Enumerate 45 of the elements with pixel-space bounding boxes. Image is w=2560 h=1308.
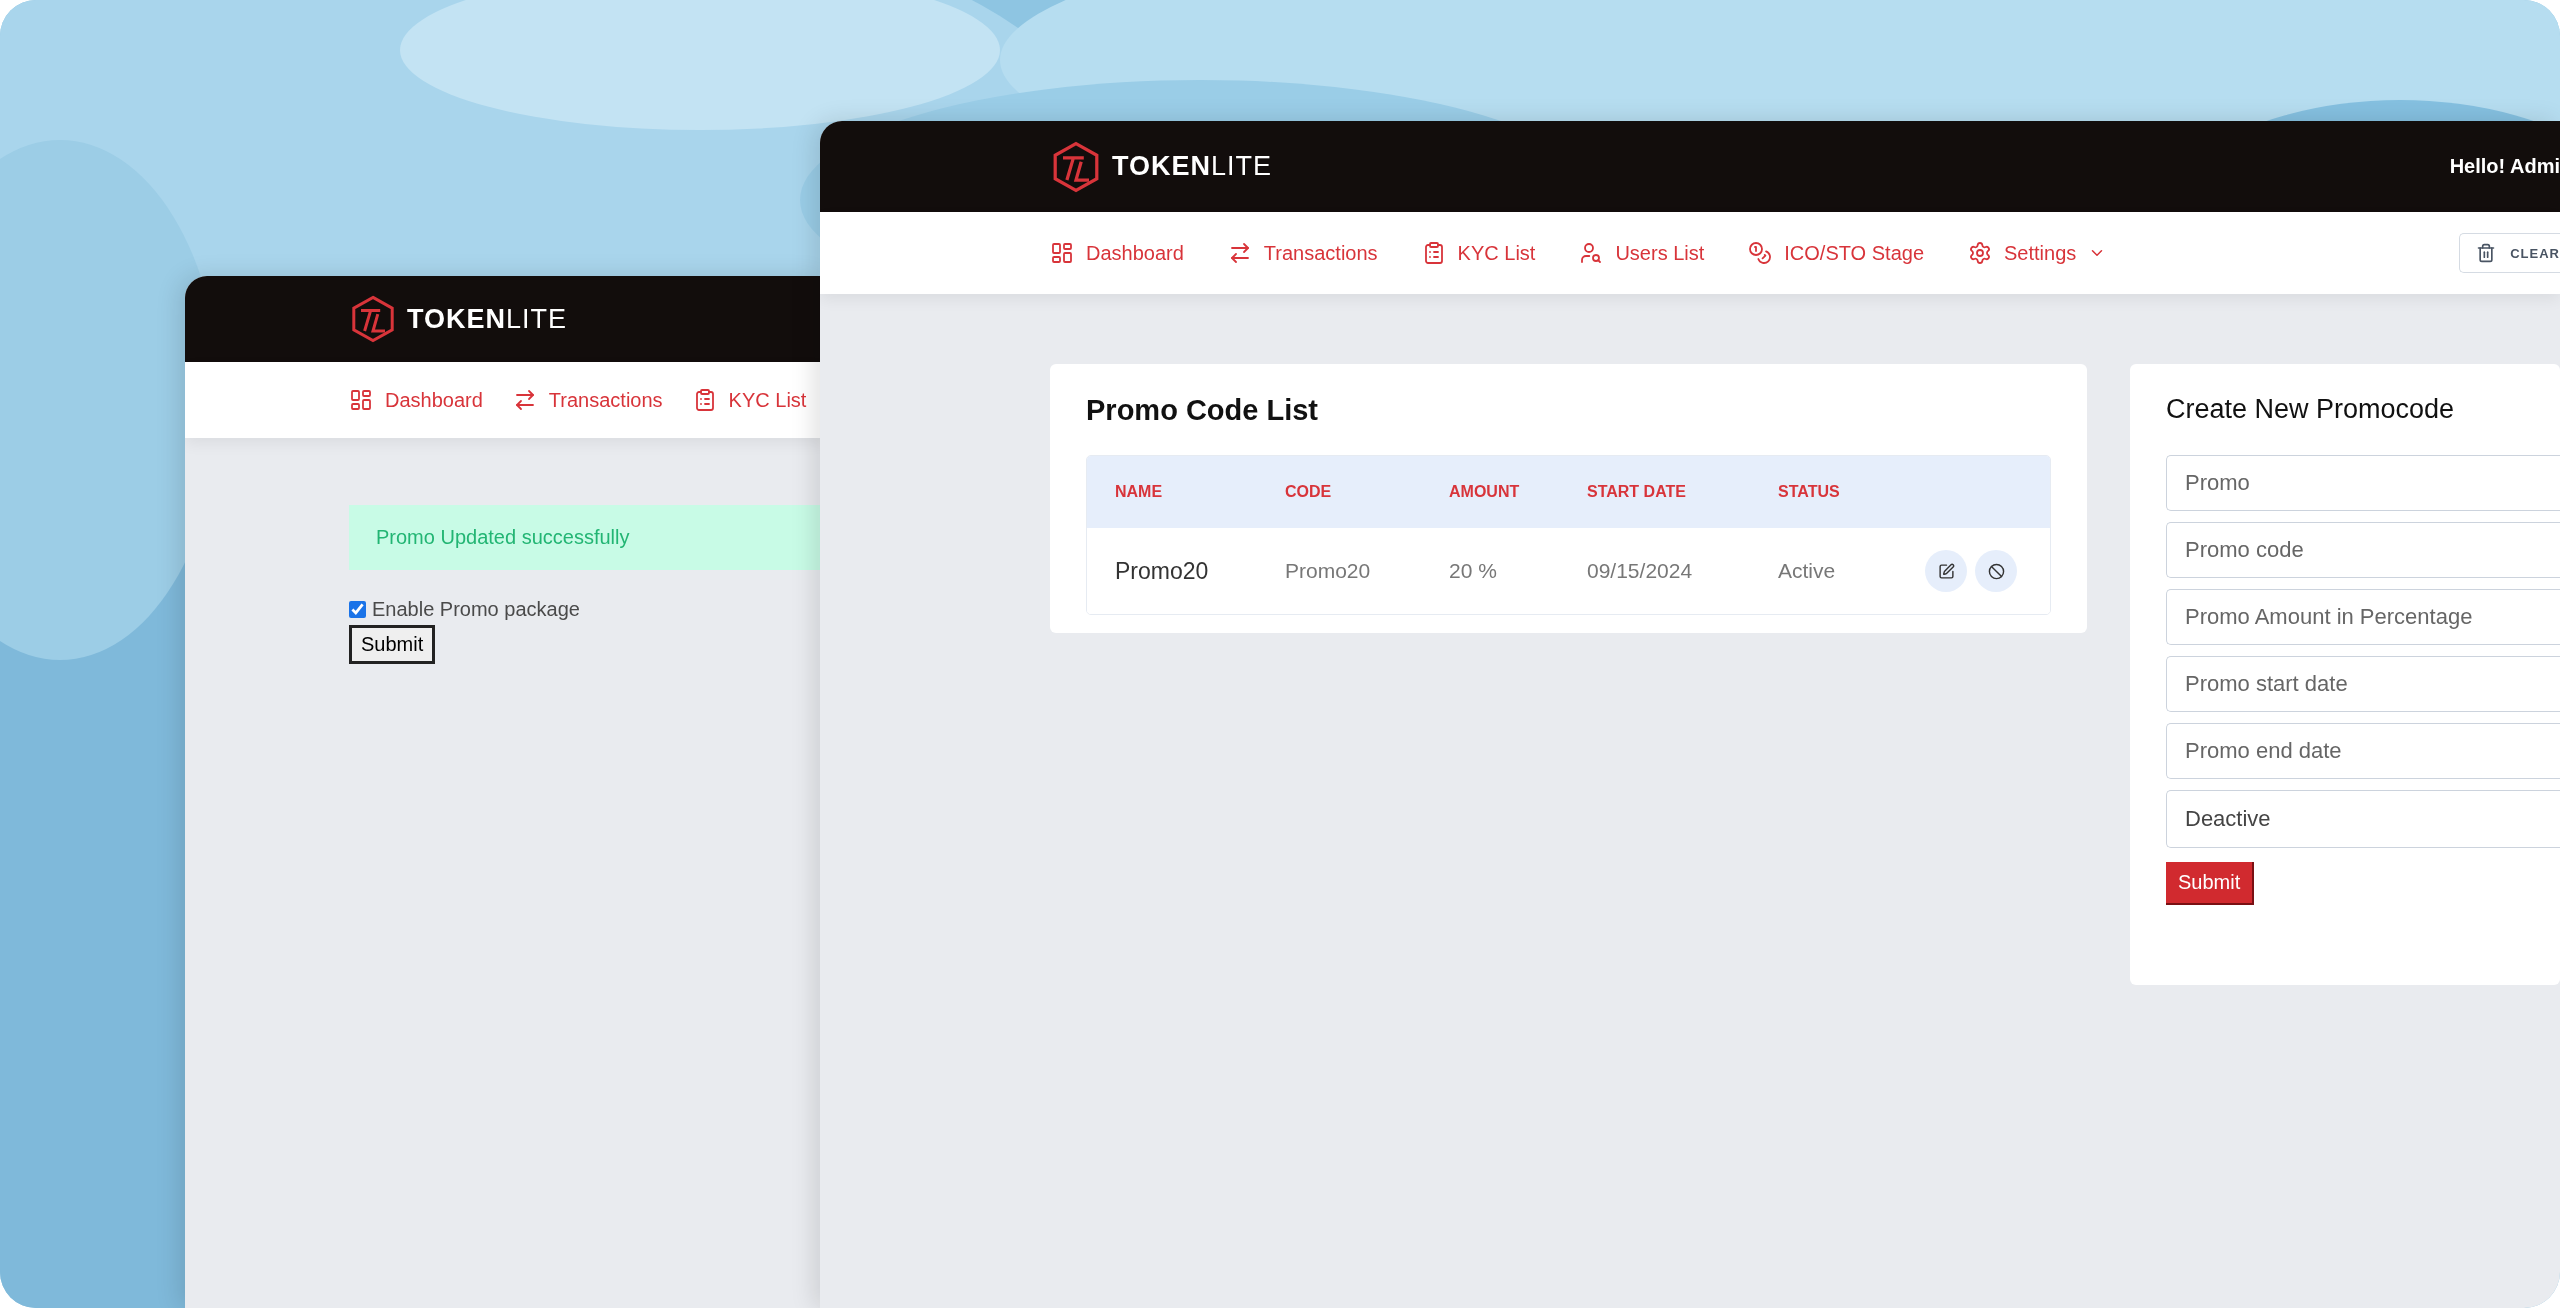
logo-text: TOKENLITE bbox=[407, 303, 568, 335]
column-header: STATUS bbox=[1778, 483, 1841, 501]
nav-link[interactable]: Dashboard bbox=[1050, 241, 1184, 265]
settings-icon bbox=[1968, 241, 1992, 265]
nav-link[interactable]: Users List bbox=[1579, 241, 1705, 265]
status-select[interactable]: Deactive bbox=[2166, 790, 2560, 848]
input-field[interactable]: Promo start date bbox=[2166, 656, 2560, 712]
submit-button[interactable]: Submit bbox=[349, 625, 436, 664]
column-header: CODE bbox=[1285, 483, 1333, 501]
hexagon-logo-icon bbox=[349, 295, 397, 343]
nav-link[interactable]: ICO/STO Stage bbox=[1748, 241, 1924, 265]
form-title: Create New Promocode bbox=[2166, 394, 2456, 425]
dashboard-icon bbox=[349, 388, 373, 412]
greeting: Hello! Admi bbox=[2449, 155, 2560, 178]
table-cell-text: 20 % bbox=[1449, 559, 1498, 583]
table-cell-text: Promo20 bbox=[1115, 557, 1210, 585]
edit-button[interactable] bbox=[1925, 550, 1967, 592]
nav-link[interactable]: Dashboard bbox=[349, 388, 483, 412]
dashboard-icon bbox=[1050, 241, 1074, 265]
table-cell-text: 09/15/2024 bbox=[1587, 559, 1694, 583]
column-header: NAME bbox=[1115, 483, 1164, 501]
edit-icon bbox=[1937, 562, 1955, 580]
clear-button[interactable]: CLEAR bbox=[2459, 233, 2560, 273]
input-field[interactable]: Promo Amount in Percentage bbox=[2166, 589, 2560, 645]
nav-link[interactable]: KYC List bbox=[692, 388, 807, 412]
table-cell-text: Active bbox=[1778, 559, 1837, 583]
input-field[interactable]: Promo code bbox=[2166, 522, 2560, 578]
nav-link[interactable]: KYC List bbox=[1421, 241, 1536, 265]
column-header: AMOUNT bbox=[1449, 483, 1521, 501]
trash-icon bbox=[2476, 243, 2497, 263]
checkbox[interactable] bbox=[349, 601, 366, 618]
user-icon bbox=[1579, 241, 1604, 265]
column-header: START DATE bbox=[1587, 483, 1687, 501]
card-title: Promo Code List bbox=[1086, 394, 1319, 427]
ban-icon bbox=[1987, 562, 2005, 580]
nav-link[interactable]: Transactions bbox=[1227, 241, 1378, 265]
table-cell-text: Promo20 bbox=[1285, 559, 1372, 583]
nav-link[interactable]: Transactions bbox=[512, 388, 663, 412]
submit-button[interactable]: Submit bbox=[2166, 862, 2255, 905]
disable-button[interactable] bbox=[1975, 550, 2017, 592]
input-field[interactable]: Promo end date bbox=[2166, 723, 2560, 779]
logo-text: TOKENLITE bbox=[1112, 151, 1273, 182]
input-field[interactable]: Promo bbox=[2166, 455, 2560, 511]
nav-link[interactable]: Settings bbox=[1968, 241, 2107, 265]
coins-icon bbox=[1748, 241, 1773, 265]
